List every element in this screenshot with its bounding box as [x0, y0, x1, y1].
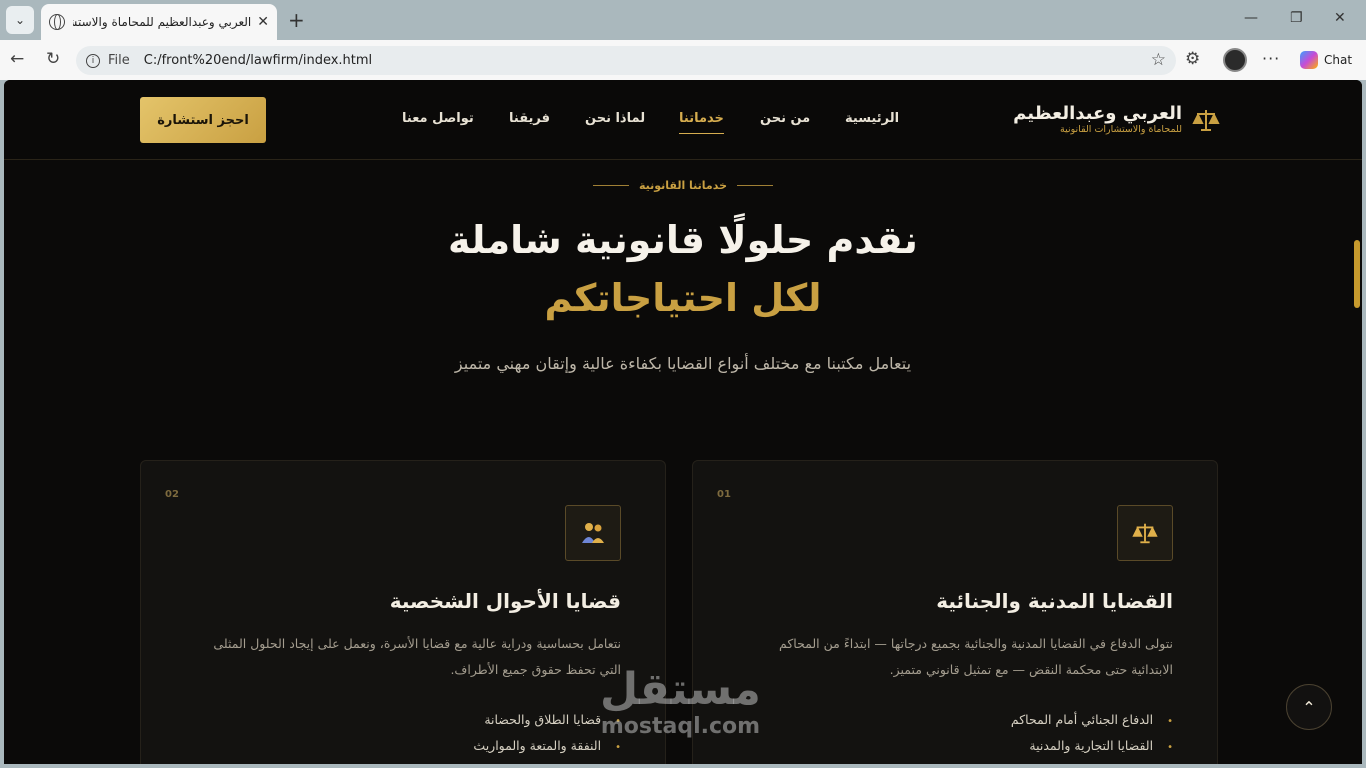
card-feature-list: •قضايا الطلاق والحضانة •النفقة والمتعة و… [473, 707, 621, 759]
section-eyebrow: خدماتنا القانونية [4, 179, 1362, 192]
scroll-to-top-button[interactable]: ⌃ [1286, 684, 1332, 730]
brand-logo[interactable]: العربي وعبدالعظيم للمحاماة والاستشارات ا… [1013, 104, 1182, 136]
browser-toolbar: ← ↻ i File C:/front%20end/lawfirm/index.… [0, 40, 1366, 80]
nav-contact[interactable]: تواصل معنا [402, 111, 474, 126]
divider [737, 185, 774, 186]
card-number: 01 [717, 489, 731, 500]
copilot-chat-button[interactable]: Chat [1294, 47, 1362, 73]
watermark: مستقل mostaql.com [600, 666, 761, 740]
scales-logo-icon [1192, 110, 1220, 131]
copilot-icon [1300, 51, 1318, 69]
scales-icon [1117, 505, 1173, 561]
service-card-personal-status[interactable]: 02 قضايا الأحوال الشخصية نتعامل بحساسية … [140, 460, 666, 764]
close-tab-icon[interactable]: ✕ [257, 14, 269, 30]
restore-icon[interactable]: ❐ [1290, 10, 1303, 26]
family-icon [565, 505, 621, 561]
new-tab-icon[interactable]: + [288, 8, 305, 32]
brand-subtitle: للمحاماة والاستشارات القانونية [1060, 124, 1182, 135]
bullet-icon: • [1167, 716, 1173, 727]
nav-team[interactable]: فريقنا [509, 111, 550, 126]
globe-icon [49, 14, 65, 30]
card-title: القضايا المدنية والجنائية [936, 589, 1173, 613]
address-bar[interactable]: i File C:/front%20end/lawfirm/index.html… [76, 46, 1176, 75]
list-item: •النفقة والمتعة والمواريث [473, 738, 621, 753]
reload-icon[interactable]: ↻ [46, 49, 60, 69]
divider [592, 185, 629, 186]
service-card-civil-criminal[interactable]: 01 القضايا المدنية والجنائية نتولى الدفا… [692, 460, 1218, 764]
bullet-icon: • [615, 742, 621, 753]
watermark-latin: mostaql.com [600, 714, 761, 739]
list-item: •قضايا الطلاق والحضانة [484, 712, 621, 727]
brand-name: العربي وعبدالعظيم [1013, 103, 1182, 124]
card-feature-list: •الدفاع الجنائي أمام المحاكم •القضايا ال… [1011, 707, 1173, 759]
card-description: نتعامل بحساسية ودراية عالية مع قضايا الأ… [213, 636, 621, 677]
card-title: قضايا الأحوال الشخصية [389, 589, 621, 613]
section-title: نقدم حلولًا قانونية شاملة [448, 218, 918, 262]
browser-tab-bar: ⌄ العربي وعبدالعظيم للمحاماة والاستشارات… [0, 0, 1366, 40]
tab-list-chevron-icon[interactable]: ⌄ [6, 6, 34, 34]
url-text[interactable]: C:/front%20end/lawfirm/index.html [144, 53, 372, 68]
nav-about[interactable]: من نحن [760, 111, 810, 126]
bullet-icon: • [1167, 742, 1173, 753]
page-viewport: احجز استشارة تواصل معنا فريقنا لماذا نحن… [4, 80, 1362, 764]
watermark-arabic: مستقل [600, 664, 761, 715]
nav-home[interactable]: الرئيسية [845, 111, 899, 126]
list-item: •الدفاع الجنائي أمام المحاكم [1010, 712, 1173, 727]
eyebrow-text: خدماتنا القانونية [638, 179, 728, 192]
book-consultation-button[interactable]: احجز استشارة [140, 97, 266, 143]
chat-label: Chat [1324, 53, 1353, 67]
back-icon[interactable]: ← [10, 49, 24, 69]
minimize-icon[interactable]: — [1244, 10, 1258, 26]
info-icon[interactable]: i [86, 53, 100, 68]
more-menu-icon[interactable]: ··· [1262, 49, 1280, 68]
tab-title: العربي وعبدالعظيم للمحاماة والاستشارات ا… [73, 15, 252, 29]
card-number: 02 [165, 489, 179, 500]
file-label: File [108, 53, 130, 68]
favorite-star-icon[interactable]: ☆ [1151, 50, 1166, 70]
extensions-icon[interactable]: ⚙ [1185, 49, 1200, 69]
browser-tab[interactable]: العربي وعبدالعظيم للمحاماة والاستشارات ا… [41, 4, 277, 40]
page-scrollbar[interactable] [1354, 240, 1360, 308]
close-window-icon[interactable]: ✕ [1334, 10, 1346, 26]
site-header: احجز استشارة تواصل معنا فريقنا لماذا نحن… [4, 80, 1362, 160]
section-title-highlight: لكل احتياجاتكم [544, 276, 822, 320]
profile-avatar[interactable] [1223, 48, 1247, 72]
nav-services[interactable]: خدماتنا [679, 111, 724, 134]
list-item: •القضايا التجارية والمدنية [1029, 738, 1173, 753]
section-lead: يتعامل مكتبنا مع مختلف أنواع القضايا بكف… [454, 354, 912, 373]
card-description: نتولى الدفاع في القضايا المدنية والجنائي… [779, 636, 1173, 677]
nav-why-us[interactable]: لماذا نحن [585, 111, 645, 126]
